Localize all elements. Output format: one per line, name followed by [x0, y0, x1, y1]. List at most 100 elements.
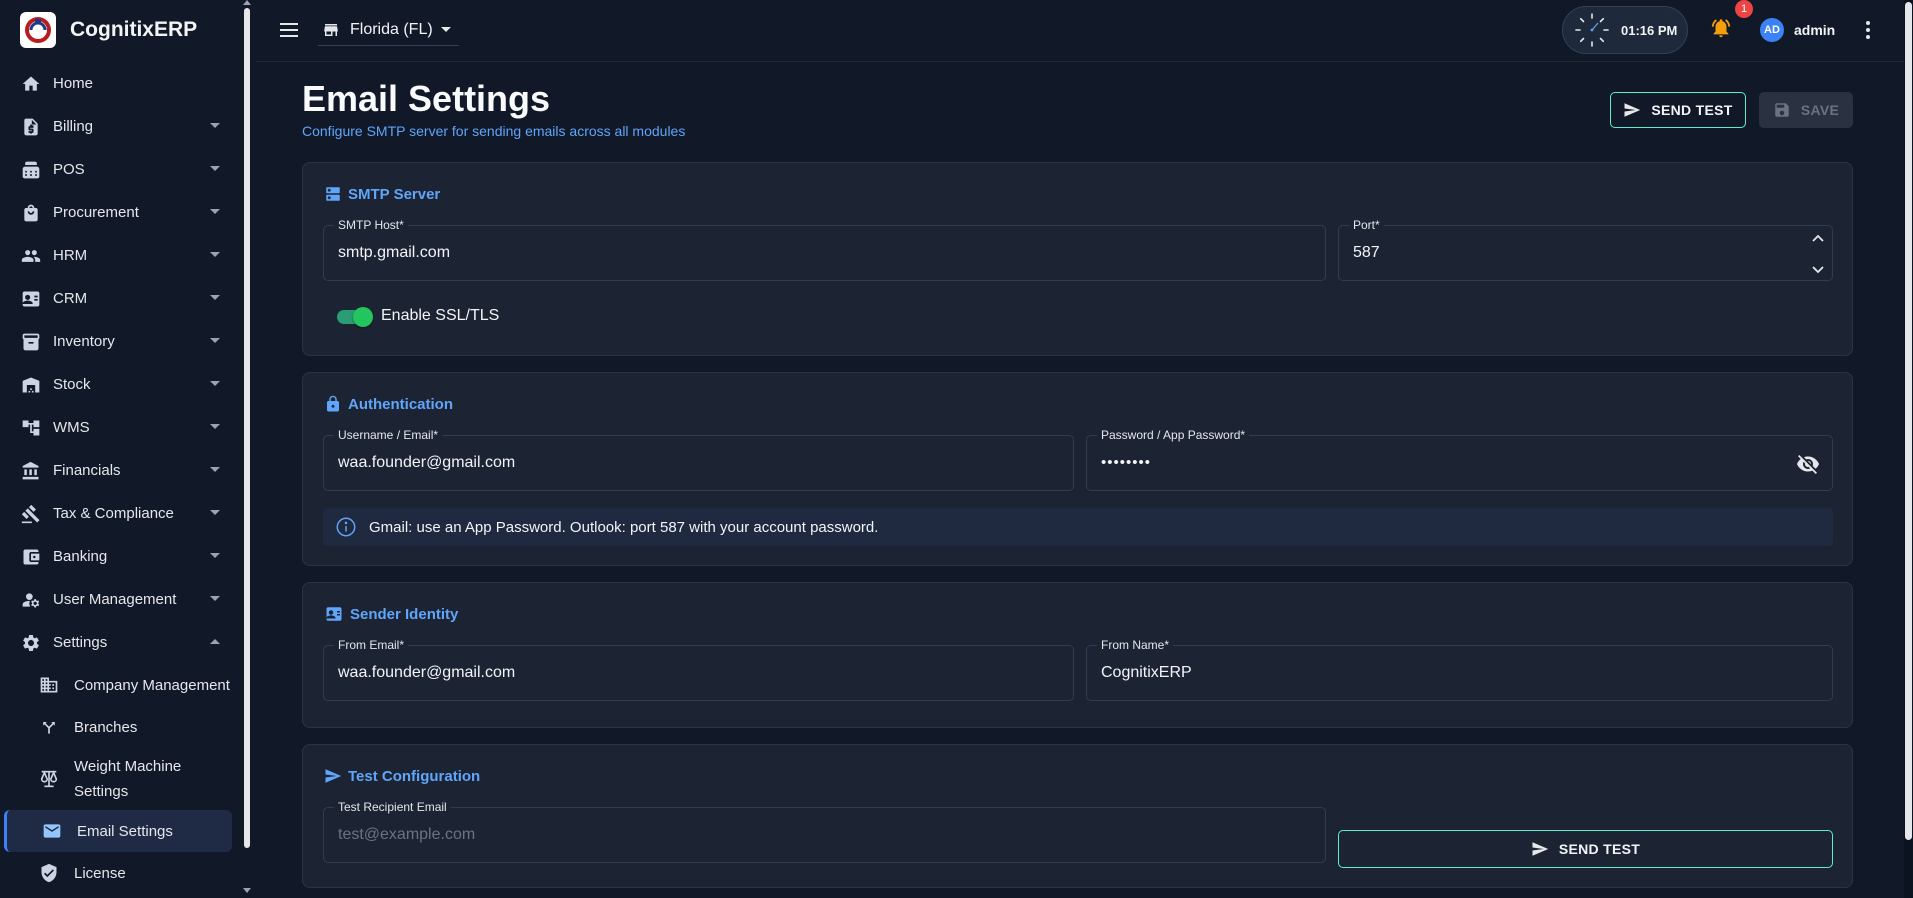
sidebar-item-inventory[interactable]: Inventory [0, 320, 240, 363]
sidebar-item-label: Tax & Compliance [53, 505, 174, 522]
card-title: Sender Identity [350, 605, 459, 623]
field-label: From Name* [1097, 637, 1174, 653]
sidebar-subitem-company-management[interactable]: Company Management [0, 664, 240, 706]
chevron-down-icon [440, 27, 451, 32]
ssl-toggle[interactable] [335, 306, 373, 327]
notification-bell-icon[interactable] [1710, 17, 1734, 41]
sidebar-item-financials[interactable]: Financials [0, 449, 240, 492]
send-icon [1623, 101, 1641, 119]
sidebar-item-home[interactable]: Home [0, 62, 240, 105]
sidebar: CognitixERP Home Billing POS Procurement… [0, 0, 251, 898]
sidebar-item-wms[interactable]: WMS [0, 406, 240, 449]
send-test-label: SEND TEST [1558, 841, 1641, 857]
info-text: Gmail: use an App Password. Outlook: por… [369, 518, 879, 536]
chevron-down-icon [210, 209, 220, 214]
sidebar-item-procurement[interactable]: Procurement [0, 191, 240, 234]
chevron-down-icon [210, 123, 220, 128]
sidebar-item-banking[interactable]: Banking [0, 535, 240, 578]
scale-icon [38, 768, 60, 790]
avatar: AD [1760, 18, 1784, 42]
password-field[interactable]: Password / App Password* •••••••• [1086, 427, 1833, 491]
field-value: •••••••• [1101, 454, 1152, 471]
username-field[interactable]: Username / Email* waa.founder@gmail.com [323, 427, 1074, 491]
chevron-down-icon [210, 424, 220, 429]
sidebar-item-label: Banking [53, 548, 108, 565]
card-header: SMTP Server [324, 184, 440, 204]
clock-widget: 01:16 PM [1562, 6, 1688, 54]
contact-card-icon [20, 288, 42, 310]
clock-time: 01:16 PM [1621, 22, 1678, 38]
sidebar-subitem-email-settings[interactable]: Email Settings [4, 810, 232, 852]
sidebar-item-hrm[interactable]: HRM [0, 234, 240, 277]
sidebar-item-billing[interactable]: Billing [0, 105, 240, 148]
port-stepper[interactable] [1810, 232, 1826, 276]
user-menu[interactable]: AD admin [1760, 17, 1835, 43]
sidebar-item-label: Procurement [53, 204, 139, 221]
user-gear-icon [20, 589, 42, 611]
from-name-field[interactable]: From Name* CognitixERP [1086, 637, 1833, 701]
sidebar-item-user-management[interactable]: User Management [0, 578, 240, 621]
branch-selector[interactable]: Florida (FL) [318, 14, 459, 46]
sidebar-item-stock[interactable]: Stock [0, 363, 240, 406]
authentication-card: Authentication Username / Email* waa.fou… [302, 372, 1853, 566]
hamburger-menu-icon[interactable] [278, 18, 302, 42]
scroll-down-arrow[interactable] [243, 888, 251, 893]
save-button[interactable]: SAVE [1759, 92, 1853, 128]
app-name: CognitixERP [70, 18, 198, 41]
info-icon [335, 516, 357, 538]
port-field[interactable]: Port* 587 [1338, 217, 1833, 281]
toggle-knob [353, 307, 373, 327]
pos-icon [20, 159, 42, 181]
sidebar-subitem-branches[interactable]: Branches [0, 706, 240, 748]
sidebar-subitem-label: Weight Machine Settings [74, 758, 182, 800]
shopping-bag-icon [20, 202, 42, 224]
test-recipient-email-field[interactable]: Test Recipient Email test@example.com [323, 799, 1326, 863]
app-logo [20, 12, 56, 48]
smtp-server-card: SMTP Server SMTP Host* smtp.gmail.com Po… [302, 162, 1853, 356]
field-value: smtp.gmail.com [338, 244, 451, 261]
sidebar-item-label: Settings [53, 634, 108, 651]
brand[interactable]: CognitixERP [20, 12, 197, 48]
send-test-button[interactable]: SEND TEST [1338, 830, 1833, 868]
sidebar-scrollbar[interactable] [244, 8, 250, 848]
send-icon [324, 767, 342, 785]
sidebar-subitem-license[interactable]: License [0, 852, 240, 894]
info-alert: Gmail: use an App Password. Outlook: por… [323, 508, 1833, 546]
fork-icon [38, 716, 60, 738]
field-label: Port* [1349, 217, 1384, 233]
billing-icon [20, 116, 42, 138]
scroll-up-arrow[interactable] [243, 0, 251, 5]
chevron-down-icon [210, 381, 220, 386]
field-value: waa.founder@gmail.com [338, 454, 516, 471]
sidebar-item-crm[interactable]: CRM [0, 277, 240, 320]
sidebar-item-pos[interactable]: POS [0, 148, 240, 191]
main-content: Email Settings Configure SMTP server for… [256, 62, 1904, 898]
mail-icon [41, 820, 63, 842]
sidebar-item-tax-compliance[interactable]: Tax & Compliance [0, 492, 240, 535]
sidebar-item-settings[interactable]: Settings [0, 621, 240, 664]
send-icon [1531, 840, 1549, 858]
user-name: admin [1794, 22, 1836, 38]
send-test-label: SEND TEST [1651, 102, 1733, 118]
visibility-off-icon[interactable] [1796, 452, 1820, 476]
field-label: Password / App Password* [1097, 427, 1250, 443]
sidebar-subitem-label: License [74, 864, 126, 882]
smtp-host-field[interactable]: SMTP Host* smtp.gmail.com [323, 217, 1326, 281]
more-vertical-icon[interactable] [1856, 18, 1880, 42]
notification-count-badge: 1 [1735, 0, 1753, 18]
wallet-icon [20, 546, 42, 568]
send-test-button-header[interactable]: SEND TEST [1610, 92, 1746, 128]
from-email-field[interactable]: From Email* waa.founder@gmail.com [323, 637, 1074, 701]
clock-icon [1573, 11, 1611, 49]
card-header: Authentication [324, 394, 453, 414]
save-icon [1773, 101, 1791, 119]
sidebar-item-label: Stock [53, 376, 91, 393]
page-scrollbar-thumb[interactable] [1905, 2, 1912, 840]
sidebar-subitem-weight-machine-settings[interactable]: Weight Machine Settings [0, 748, 240, 810]
sidebar-subitem-label: Branches [74, 718, 138, 736]
branch-selector-label: Florida (FL) [350, 20, 433, 38]
chevron-down-icon [210, 553, 220, 558]
home-icon [20, 73, 42, 95]
chevron-down-icon [1812, 266, 1824, 274]
page-scrollbar[interactable] [1904, 0, 1913, 898]
